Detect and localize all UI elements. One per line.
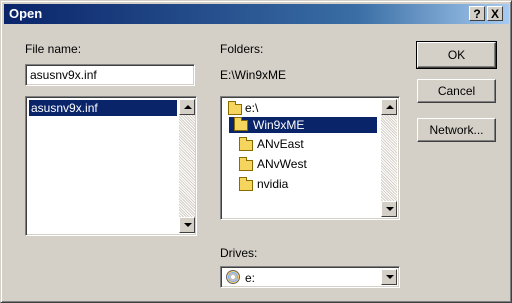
file-list-scrollbar[interactable]: [179, 99, 195, 233]
file-list[interactable]: asusnv9x.inf: [25, 96, 197, 236]
chevron-down-icon: [386, 275, 394, 279]
folders-path: E:\Win9xME: [220, 68, 287, 82]
folder-icon: [239, 157, 253, 171]
folder-item-nvidia[interactable]: nvidia: [257, 176, 288, 192]
folder-item-label: Win9xME: [253, 118, 305, 132]
cd-drive-icon: [226, 270, 240, 284]
drives-label: Drives:: [220, 246, 258, 260]
drives-select[interactable]: e:: [220, 266, 400, 288]
scroll-down-button[interactable]: [381, 201, 397, 217]
folder-item-anvwest[interactable]: ANvWest: [257, 156, 307, 172]
dialog-title: Open: [9, 6, 43, 21]
folder-icon: [239, 137, 253, 151]
folder-item-selected[interactable]: Win9xME: [229, 117, 377, 133]
ok-button[interactable]: OK: [416, 41, 497, 69]
drives-dropdown-button[interactable]: [381, 269, 397, 285]
close-button[interactable]: X: [487, 6, 503, 21]
folder-tree-scrollbar[interactable]: [381, 99, 397, 217]
scroll-down-button[interactable]: [179, 217, 195, 233]
arrow-down-icon: [184, 223, 192, 227]
arrow-up-icon: [184, 105, 192, 109]
file-name-label-text: File name:: [25, 42, 82, 56]
folders-label: Folders:: [220, 42, 264, 56]
folder-item-anveast[interactable]: ANvEast: [257, 136, 304, 152]
drives-value: e:: [245, 271, 256, 285]
scroll-up-button[interactable]: [179, 99, 195, 115]
file-name-value: asusnv9x.inf: [30, 68, 97, 82]
folder-item-root[interactable]: e:\: [245, 100, 258, 116]
open-dialog: Open ? X File name: asusnv9x.inf asusnv9…: [0, 0, 512, 303]
file-name-label: File name:: [25, 42, 81, 56]
file-list-item[interactable]: asusnv9x.inf: [29, 100, 177, 116]
arrow-up-icon: [386, 105, 394, 109]
folder-icon: [239, 177, 253, 191]
file-name-input[interactable]: asusnv9x.inf: [25, 64, 195, 86]
open-folder-icon: [228, 101, 242, 115]
scroll-up-button[interactable]: [381, 99, 397, 115]
open-folder-icon: [234, 117, 248, 131]
folder-tree[interactable]: e:\ Win9xME ANvEast ANvWest nvidia: [220, 96, 400, 220]
network-button[interactable]: Network...: [417, 118, 496, 142]
help-button[interactable]: ?: [469, 6, 485, 21]
title-bar[interactable]: Open ? X: [4, 4, 509, 24]
arrow-down-icon: [386, 207, 394, 211]
cancel-button[interactable]: Cancel: [417, 79, 496, 103]
